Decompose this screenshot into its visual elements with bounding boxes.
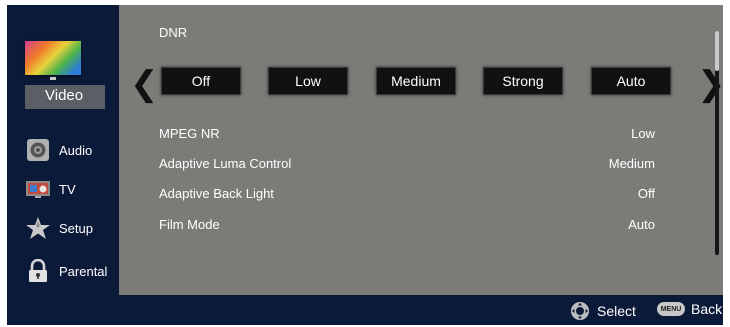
footer-hints: Select MENU Back	[7, 295, 723, 325]
dnr-option-strong[interactable]: Strong	[483, 67, 563, 95]
sidebar-item-audio[interactable]: Audio	[25, 138, 92, 162]
sidebar-item-label: Video	[45, 87, 84, 104]
sidebar-item-label: Parental	[59, 263, 108, 279]
sidebar-item-parental[interactable]: Parental	[25, 259, 107, 283]
speaker-icon	[27, 139, 49, 161]
star-icon	[26, 217, 50, 239]
sidebar-item-tv[interactable]: TV	[25, 177, 76, 201]
sidebar-item-label: TV	[59, 181, 76, 197]
dnr-option-auto[interactable]: Auto	[591, 67, 671, 95]
setting-label: Adaptive Luma Control	[159, 156, 292, 171]
sidebar-item-label: Setup	[59, 220, 93, 236]
scrollbar[interactable]	[715, 31, 719, 255]
setting-value: Off	[637, 186, 655, 201]
lock-icon	[29, 259, 47, 282]
sidebar-item-setup[interactable]: Setup	[25, 216, 93, 240]
setting-value: Low	[631, 126, 655, 141]
dnr-option-low[interactable]: Low	[268, 67, 348, 95]
select-hint: Select	[570, 301, 636, 321]
chevron-right-icon[interactable]: ❯	[697, 64, 726, 104]
select-label: Select	[597, 303, 636, 319]
page-title: DNR	[159, 25, 188, 40]
tv-icon	[26, 181, 50, 198]
tv-menu-screen: Video Audio TV Setup Parental DNR ❮ Off …	[7, 5, 726, 325]
setting-value: Medium	[608, 156, 655, 171]
dnr-option-medium[interactable]: Medium	[376, 67, 456, 95]
menu-key-icon: MENU	[657, 302, 685, 316]
sidebar-item-label: Audio	[59, 142, 93, 158]
scrollbar-thumb[interactable]	[715, 31, 719, 71]
setting-label: Film Mode	[159, 217, 220, 232]
setting-row-adaptive-back-light[interactable]: Adaptive Back Light Off	[159, 186, 655, 206]
sidebar: Video Audio TV Setup Parental	[7, 5, 119, 295]
back-label: Back	[691, 301, 723, 317]
setting-label: Adaptive Back Light	[159, 186, 274, 201]
setting-label: MPEG NR	[159, 126, 220, 141]
setting-row-adaptive-luma-control[interactable]: Adaptive Luma Control Medium	[159, 156, 655, 176]
dnr-option-off[interactable]: Off	[161, 67, 241, 95]
settings-panel: DNR ❮ Off Low Medium Strong Auto ❯ MPEG …	[119, 5, 726, 295]
setting-row-film-mode[interactable]: Film Mode Auto	[159, 217, 655, 237]
tv-color-icon	[25, 41, 81, 80]
setting-row-mpeg-nr[interactable]: MPEG NR Low	[159, 126, 655, 146]
setting-value: Auto	[628, 217, 655, 232]
back-hint: MENU Back	[657, 301, 722, 317]
chevron-left-icon[interactable]: ❮	[130, 64, 159, 104]
dpad-icon	[571, 302, 589, 320]
